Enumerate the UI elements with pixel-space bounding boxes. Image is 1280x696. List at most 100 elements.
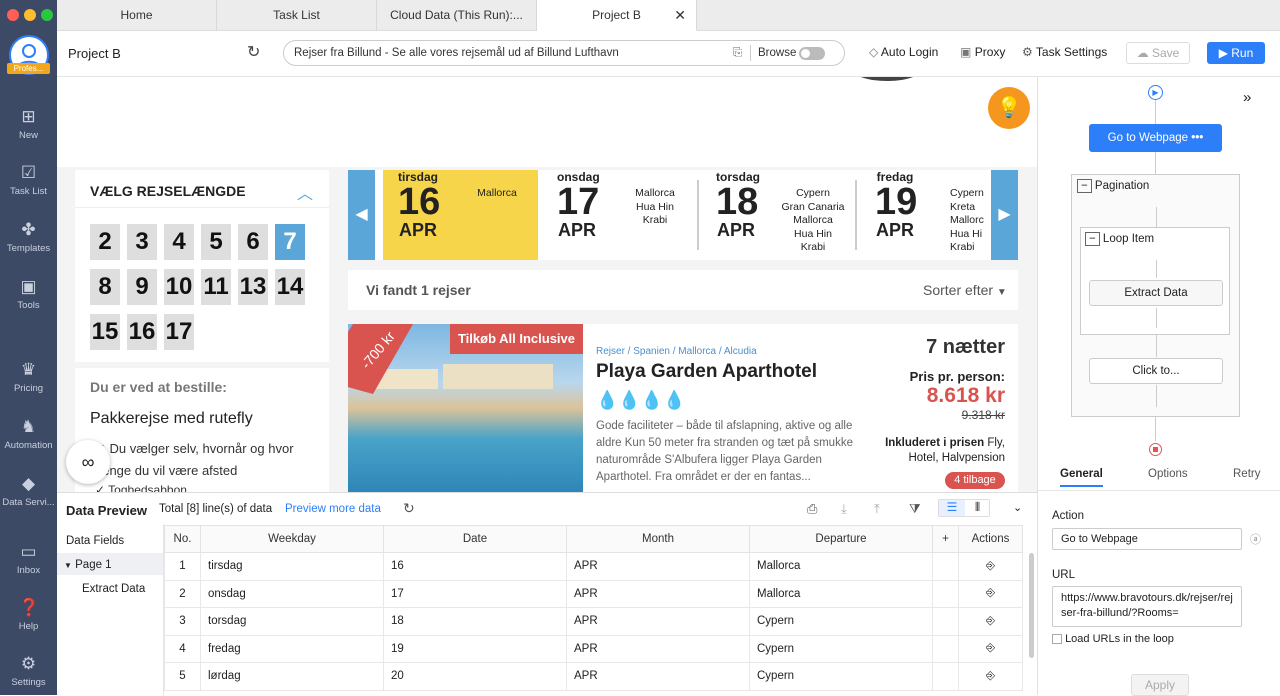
duration-option[interactable]: 9: [127, 269, 157, 305]
collapse-panel-icon[interactable]: »: [1243, 89, 1251, 106]
preview-more-link[interactable]: Preview more data: [285, 503, 381, 515]
hotel-name[interactable]: Playa Garden Aparthotel: [596, 361, 817, 383]
tab-cloud-data[interactable]: Cloud Data (This Run):...: [377, 0, 537, 31]
click-step[interactable]: Click to...: [1089, 358, 1223, 384]
gear-icon: ⚙: [1022, 45, 1033, 59]
table-scrollbar[interactable]: [1029, 553, 1034, 658]
lightbulb-icon[interactable]: 💡: [988, 87, 1030, 129]
duration-option[interactable]: 7: [275, 224, 305, 260]
url-input[interactable]: Rejser fra Billund - Se alle vores rejse…: [283, 40, 845, 66]
link-icon[interactable]: ∞: [66, 440, 110, 484]
sidebar-item-tools[interactable]: ▣ Tools: [0, 278, 57, 312]
sidebar-item-task-list[interactable]: ☑ Task List: [0, 164, 57, 198]
refresh-icon[interactable]: ↻: [247, 42, 260, 62]
duration-option[interactable]: 3: [127, 224, 157, 260]
duration-option[interactable]: 17: [164, 314, 194, 350]
duration-option[interactable]: 10: [164, 269, 194, 305]
go-to-webpage-step[interactable]: Go to Webpage •••: [1089, 124, 1222, 152]
row-action-icon[interactable]: ⎆: [958, 607, 1023, 636]
action-field[interactable]: Go to Webpage: [1052, 528, 1242, 550]
collapse-chevron-icon[interactable]: ︿: [297, 180, 313, 204]
row-action-icon[interactable]: ⎆: [958, 579, 1023, 608]
tab-options[interactable]: Options: [1148, 468, 1188, 480]
collapse-chevron-icon[interactable]: ⌄: [1013, 501, 1022, 514]
date-tirsdag[interactable]: tirsdag 16 APR: [398, 170, 440, 241]
zoom-window-dot[interactable]: [41, 9, 53, 21]
row-action-icon[interactable]: ⎆: [958, 552, 1023, 581]
table-row[interactable]: 5 lørdag 20 APR Cypern ⎆: [164, 662, 1023, 691]
download-icon[interactable]: ⤓: [841, 501, 847, 517]
duration-option[interactable]: 6: [238, 224, 268, 260]
tab-general[interactable]: General: [1060, 468, 1103, 487]
table-row[interactable]: 4 fredag 19 APR Cypern ⎆: [164, 634, 1023, 663]
collapse-icon[interactable]: −: [1085, 232, 1100, 246]
extract-data-step[interactable]: Extract Data: [1089, 280, 1223, 306]
sidebar-item-templates[interactable]: ✤ Templates: [0, 221, 57, 255]
divider: [697, 180, 699, 250]
save-button[interactable]: ☁ Save: [1126, 42, 1190, 64]
table-row[interactable]: 1 tirsdag 16 APR Mallorca ⎆: [164, 552, 1023, 581]
tab-task-list[interactable]: Task List: [217, 0, 377, 31]
next-dates-button[interactable]: ▶: [991, 170, 1018, 260]
column-view-icon[interactable]: ⦀: [965, 500, 990, 516]
task-settings-button[interactable]: ⚙ Task Settings: [1022, 45, 1107, 59]
duration-option[interactable]: 11: [201, 269, 231, 305]
sidebar-item-pricing[interactable]: ♛ Pricing: [0, 361, 57, 395]
tab-project-b[interactable]: Project B ✕: [537, 0, 697, 31]
hotel-result-card[interactable]: -700 kr Tilkøb All Inclusive Rejser / Sp…: [348, 324, 1018, 492]
api-icon[interactable]: ⓐ: [1250, 531, 1261, 547]
table-cell: APR: [566, 552, 750, 581]
list-view-icon[interactable]: ☰: [939, 500, 965, 516]
auto-login-button[interactable]: ◇ Auto Login: [869, 45, 938, 59]
sidebar-item-help[interactable]: ❓ Help: [0, 599, 57, 633]
date-fredag[interactable]: fredag 19 APR: [875, 170, 917, 241]
browse-toggle[interactable]: [799, 47, 825, 60]
table-row[interactable]: 2 onsdag 17 APR Mallorca ⎆: [164, 579, 1023, 608]
date-destinations: Cypern Gran Canaria Mallorca Hua Hin Krabi: [781, 187, 845, 253]
duration-option[interactable]: 5: [201, 224, 231, 260]
close-window-dot[interactable]: [7, 9, 19, 21]
duration-option[interactable]: 13: [238, 269, 268, 305]
proxy-button[interactable]: ▣ Proxy: [960, 45, 1005, 59]
loop-item-group[interactable]: − Loop Item Extract Data: [1080, 227, 1230, 335]
date-onsdag[interactable]: onsdag 17 APR: [557, 170, 600, 241]
extract-data-node[interactable]: Extract Data: [82, 583, 145, 595]
prev-dates-button[interactable]: ◀: [348, 170, 375, 260]
url-field[interactable]: https://www.bravotours.dk/rejser/rejser-…: [1052, 586, 1242, 627]
duration-option[interactable]: 4: [164, 224, 194, 260]
minimize-window-dot[interactable]: [24, 9, 36, 21]
apply-button[interactable]: Apply: [1131, 674, 1189, 696]
refresh-icon[interactable]: ↻: [403, 500, 415, 517]
pagination-group[interactable]: − Pagination − Loop Item Extract Data Cl…: [1071, 174, 1240, 417]
close-tab-icon[interactable]: ✕: [674, 0, 686, 31]
export-icon[interactable]: ⎙: [807, 501, 817, 517]
duration-option[interactable]: 14: [275, 269, 305, 305]
upload-icon[interactable]: ⤒: [874, 501, 880, 517]
sidebar-item-new[interactable]: ⊞ New: [0, 108, 57, 142]
row-action-icon[interactable]: ⎆: [958, 634, 1023, 663]
filter-icon[interactable]: ⧩: [909, 501, 921, 517]
duration-option[interactable]: 16: [127, 314, 157, 350]
table-row[interactable]: 3 torsdag 18 APR Cypern ⎆: [164, 607, 1023, 636]
sidebar-item-data-service[interactable]: ◆ Data Servi...: [0, 475, 57, 509]
page-node[interactable]: ▼ Page 1: [57, 553, 163, 575]
tab-home[interactable]: Home: [57, 0, 217, 31]
page-settings-icon[interactable]: ⎘: [733, 41, 742, 65]
duration-option[interactable]: 8: [90, 269, 120, 305]
collapse-icon[interactable]: −: [1077, 179, 1092, 193]
sidebar-item-inbox[interactable]: ▭ Inbox: [0, 543, 57, 577]
add-column-button[interactable]: +: [932, 525, 959, 553]
date-torsdag[interactable]: torsdag 18 APR: [716, 170, 760, 241]
load-urls-checkbox[interactable]: Load URLs in the loop: [1052, 633, 1174, 645]
duration-option[interactable]: 15: [90, 314, 120, 350]
sidebar-item-automation[interactable]: ♞ Automation: [0, 418, 57, 452]
run-button[interactable]: ▶ Run: [1207, 42, 1265, 64]
tab-retry[interactable]: Retry: [1233, 468, 1260, 480]
duration-option[interactable]: 2: [90, 224, 120, 260]
sidebar-item-settings[interactable]: ⚙ Settings: [0, 655, 57, 689]
more-icon[interactable]: •••: [1191, 132, 1203, 144]
row-action-icon[interactable]: ⎆: [958, 662, 1023, 691]
sort-dropdown[interactable]: Sorter efter ▼: [923, 282, 1007, 298]
view-toggle[interactable]: ☰ ⦀: [938, 499, 990, 517]
caret-down-icon: ▼: [64, 561, 72, 570]
